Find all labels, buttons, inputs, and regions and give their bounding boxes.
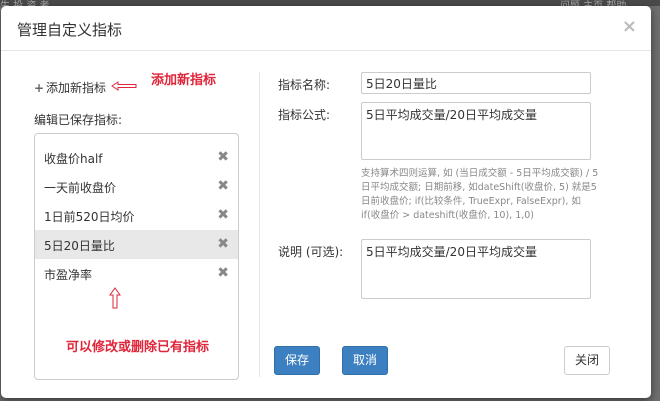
column-divider [259, 72, 260, 377]
list-item-label: 收盘价half [44, 152, 103, 166]
cancel-button[interactable]: 取消 [342, 346, 388, 375]
list-item[interactable]: 5日20日量比 ✖ [35, 230, 238, 259]
description-label: 说明 (可选): [278, 245, 344, 259]
name-label: 指标名称: [278, 78, 331, 92]
plus-icon: + [34, 81, 45, 95]
indicator-description-textarea[interactable]: 5日平均成交量/20日平均成交量 [361, 239, 591, 299]
delete-icon[interactable]: ✖ [217, 149, 229, 165]
close-button[interactable]: 关闭 [564, 346, 610, 375]
annotation-arrow-left-icon [111, 81, 137, 91]
list-item-label: 5日20日量比 [44, 239, 115, 253]
delete-icon[interactable]: ✖ [217, 265, 229, 281]
list-item-label: 市盈净率 [44, 268, 93, 282]
save-button[interactable]: 保存 [274, 346, 320, 375]
list-item[interactable]: 收盘价half ✖ [35, 143, 238, 172]
list-item[interactable]: 1日前520日均价 ✖ [35, 201, 238, 230]
add-indicator-link[interactable]: + 添加新指标 [34, 79, 106, 96]
left-column: + 添加新指标 添加新指标 编辑已保存指标: 收盘价half ✖ 一天前收盘价 ✖… [1, 51, 256, 398]
annotation-arrow-up-icon [109, 287, 121, 309]
delete-icon[interactable]: ✖ [217, 178, 229, 194]
list-item-label: 一天前收盘价 [44, 181, 117, 195]
indicator-formula-textarea[interactable]: 5日平均成交量/20日平均成交量 [361, 102, 591, 160]
list-item-label: 1日前520日均价 [44, 210, 135, 224]
list-item[interactable]: 一天前收盘价 ✖ [35, 172, 238, 201]
formula-help-text: 支持算术四则运算, 如 (当日成交额 - 5日平均成交额) / 5日平均成交额;… [361, 168, 599, 221]
modal-title: 管理自定义指标 [17, 21, 123, 39]
modal-header: 管理自定义指标 × [1, 6, 651, 51]
delete-icon[interactable]: ✖ [217, 236, 229, 252]
delete-icon[interactable]: ✖ [217, 207, 229, 223]
indicator-name-input[interactable] [361, 72, 591, 94]
saved-indicators-heading: 编辑已保存指标: [34, 113, 123, 127]
add-annotation-text: 添加新指标 [151, 73, 217, 88]
list-item[interactable]: 市盈净率 ✖ [35, 259, 238, 288]
edit-annotation-text: 可以修改或删除已有指标 [66, 340, 210, 355]
add-indicator-label: 添加新指标 [46, 81, 107, 95]
manage-indicators-modal: 管理自定义指标 × + 添加新指标 添加新指标 编辑已保存指标: 收盘价half … [1, 6, 651, 398]
close-icon[interactable]: × [622, 18, 637, 36]
formula-label: 指标公式: [278, 108, 331, 122]
